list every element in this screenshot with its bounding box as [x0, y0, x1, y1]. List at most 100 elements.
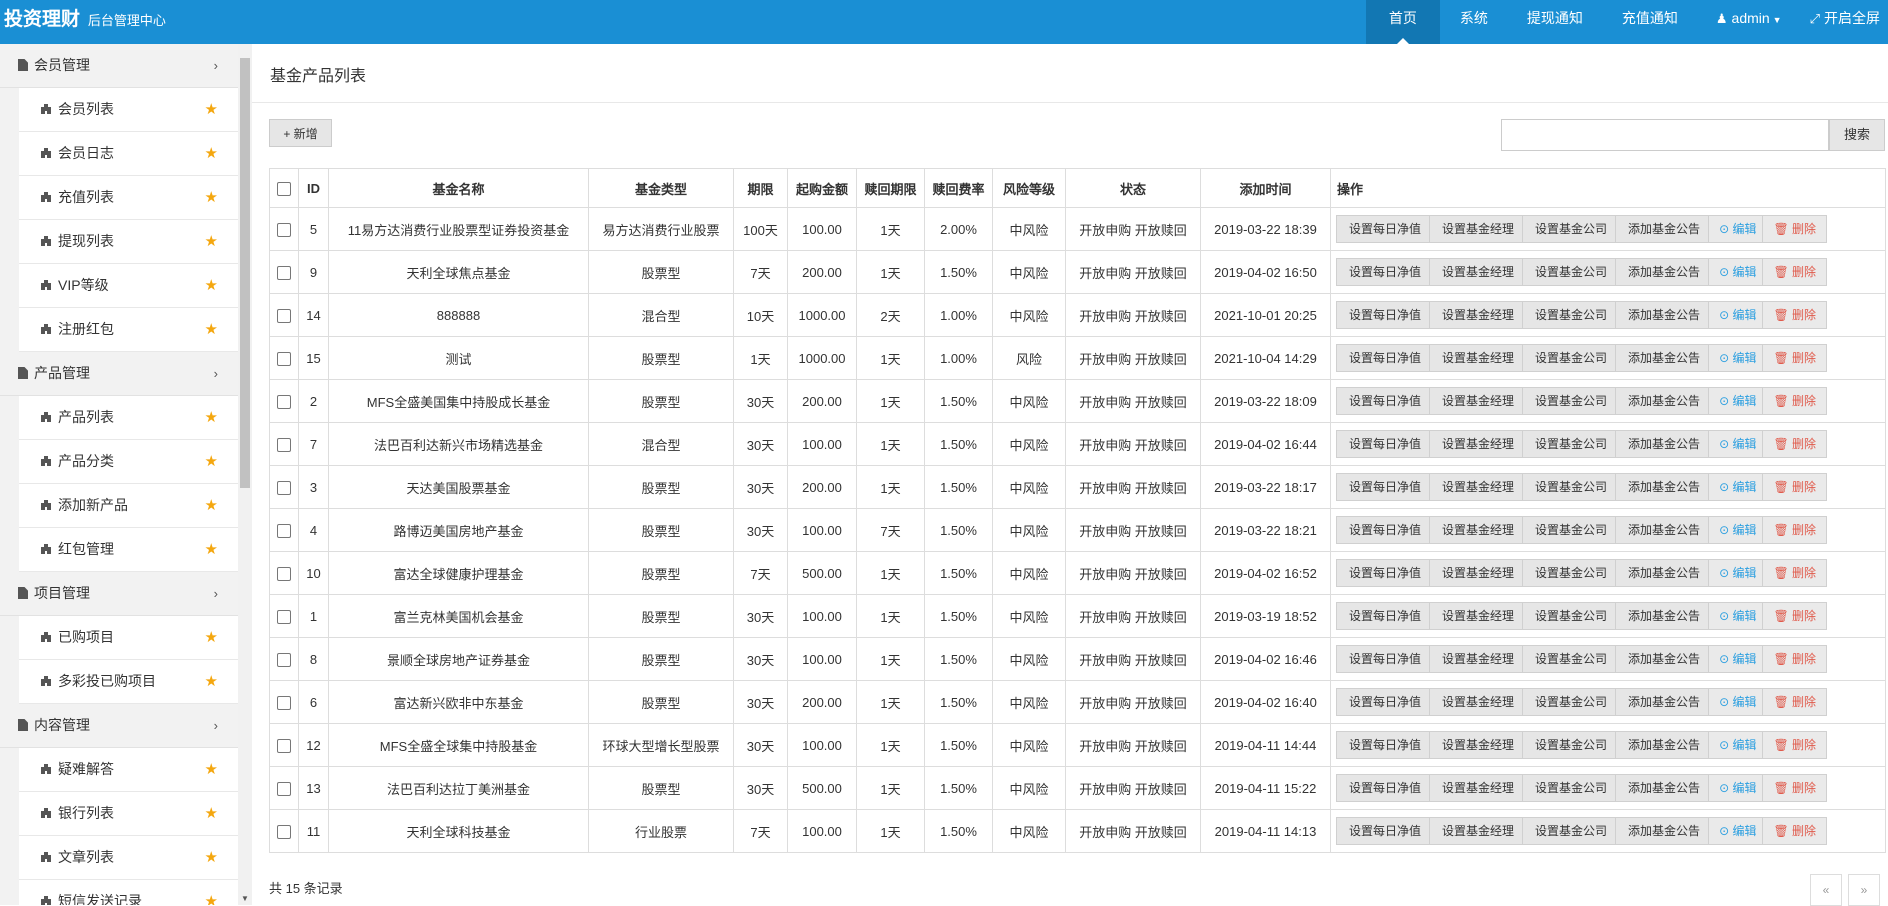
set-daily-nav-button[interactable]: 设置每日净值 — [1336, 817, 1435, 845]
set-fund-manager-button[interactable]: 设置基金经理 — [1429, 215, 1528, 243]
set-fund-company-button[interactable]: 设置基金公司 — [1522, 731, 1621, 759]
sidebar-item-vip-level[interactable]: VIP等级 ★ — [19, 264, 238, 308]
set-fund-manager-button[interactable]: 设置基金经理 — [1429, 516, 1528, 544]
set-daily-nav-button[interactable]: 设置每日净值 — [1336, 344, 1435, 372]
add-fund-notice-button[interactable]: 添加基金公告 — [1615, 774, 1714, 802]
set-daily-nav-button[interactable]: 设置每日净值 — [1336, 559, 1435, 587]
sidebar-item-member-list[interactable]: 会员列表 ★ — [19, 88, 238, 132]
row-checkbox[interactable] — [277, 351, 291, 366]
edit-button[interactable]: ⊙ 编辑 — [1708, 258, 1768, 286]
edit-button[interactable]: ⊙ 编辑 — [1708, 430, 1768, 458]
set-fund-manager-button[interactable]: 设置基金经理 — [1429, 473, 1528, 501]
set-fund-company-button[interactable]: 设置基金公司 — [1522, 473, 1621, 501]
sidebar-item-sms-log[interactable]: 短信发送记录 ★ — [19, 880, 238, 905]
set-daily-nav-button[interactable]: 设置每日净值 — [1336, 645, 1435, 673]
edit-button[interactable]: ⊙ 编辑 — [1708, 516, 1768, 544]
sidebar-item-withdraw-list[interactable]: 提现列表 ★ — [19, 220, 238, 264]
set-daily-nav-button[interactable]: 设置每日净值 — [1336, 774, 1435, 802]
set-fund-manager-button[interactable]: 设置基金经理 — [1429, 559, 1528, 587]
delete-button[interactable]: 🗑 删除 — [1762, 430, 1828, 458]
set-fund-company-button[interactable]: 设置基金公司 — [1522, 559, 1621, 587]
delete-button[interactable]: 🗑 删除 — [1762, 387, 1828, 415]
set-fund-company-button[interactable]: 设置基金公司 — [1522, 301, 1621, 329]
set-fund-company-button[interactable]: 设置基金公司 — [1522, 387, 1621, 415]
set-fund-company-button[interactable]: 设置基金公司 — [1522, 688, 1621, 716]
set-fund-company-button[interactable]: 设置基金公司 — [1522, 344, 1621, 372]
edit-button[interactable]: ⊙ 编辑 — [1708, 602, 1768, 630]
set-fund-company-button[interactable]: 设置基金公司 — [1522, 645, 1621, 673]
set-daily-nav-button[interactable]: 设置每日净值 — [1336, 688, 1435, 716]
select-all-checkbox[interactable] — [277, 181, 291, 196]
sidebar-item-purchased-projects[interactable]: 已购项目 ★ — [19, 616, 238, 660]
set-daily-nav-button[interactable]: 设置每日净值 — [1336, 301, 1435, 329]
delete-button[interactable]: 🗑 删除 — [1762, 731, 1828, 759]
row-checkbox[interactable] — [277, 222, 291, 237]
edit-button[interactable]: ⊙ 编辑 — [1708, 559, 1768, 587]
set-fund-manager-button[interactable]: 设置基金经理 — [1429, 731, 1528, 759]
set-daily-nav-button[interactable]: 设置每日净值 — [1336, 731, 1435, 759]
sidebar-item-faq[interactable]: 疑难解答 ★ — [19, 748, 238, 792]
row-checkbox[interactable] — [277, 824, 291, 839]
edit-button[interactable]: ⊙ 编辑 — [1708, 731, 1768, 759]
edit-button[interactable]: ⊙ 编辑 — [1708, 344, 1768, 372]
set-daily-nav-button[interactable]: 设置每日净值 — [1336, 473, 1435, 501]
set-daily-nav-button[interactable]: 设置每日净值 — [1336, 215, 1435, 243]
sidebar-item-recharge-list[interactable]: 充值列表 ★ — [19, 176, 238, 220]
nav-recharge-notice[interactable]: 充值通知 — [1602, 0, 1698, 44]
set-fund-manager-button[interactable]: 设置基金经理 — [1429, 774, 1528, 802]
row-checkbox[interactable] — [277, 523, 291, 538]
delete-button[interactable]: 🗑 删除 — [1762, 602, 1828, 630]
add-fund-notice-button[interactable]: 添加基金公告 — [1615, 344, 1714, 372]
sidebar-group-projects[interactable]: 项目管理 › — [0, 572, 238, 616]
add-fund-notice-button[interactable]: 添加基金公告 — [1615, 516, 1714, 544]
row-checkbox[interactable] — [277, 308, 291, 323]
add-button[interactable]: + 新增 — [269, 119, 332, 147]
edit-button[interactable]: ⊙ 编辑 — [1708, 301, 1768, 329]
add-fund-notice-button[interactable]: 添加基金公告 — [1615, 301, 1714, 329]
delete-button[interactable]: 🗑 删除 — [1762, 645, 1828, 673]
search-button[interactable]: 搜索 — [1829, 119, 1885, 151]
add-fund-notice-button[interactable]: 添加基金公告 — [1615, 215, 1714, 243]
sidebar-item-add-product[interactable]: 添加新产品 ★ — [19, 484, 238, 528]
pager-next-button[interactable]: » — [1848, 874, 1880, 906]
set-daily-nav-button[interactable]: 设置每日净值 — [1336, 516, 1435, 544]
set-fund-company-button[interactable]: 设置基金公司 — [1522, 602, 1621, 630]
sidebar-item-article-list[interactable]: 文章列表 ★ — [19, 836, 238, 880]
delete-button[interactable]: 🗑 删除 — [1762, 215, 1828, 243]
row-checkbox[interactable] — [277, 738, 291, 753]
set-fund-manager-button[interactable]: 设置基金经理 — [1429, 301, 1528, 329]
set-fund-company-button[interactable]: 设置基金公司 — [1522, 258, 1621, 286]
nav-fullscreen[interactable]: ⤢ 开启全屏 — [1800, 0, 1888, 44]
delete-button[interactable]: 🗑 删除 — [1762, 258, 1828, 286]
set-daily-nav-button[interactable]: 设置每日净值 — [1336, 387, 1435, 415]
pager-prev-button[interactable]: « — [1810, 874, 1842, 906]
row-checkbox[interactable] — [277, 437, 291, 452]
row-checkbox[interactable] — [277, 652, 291, 667]
set-fund-company-button[interactable]: 设置基金公司 — [1522, 516, 1621, 544]
edit-button[interactable]: ⊙ 编辑 — [1708, 215, 1768, 243]
add-fund-notice-button[interactable]: 添加基金公告 — [1615, 473, 1714, 501]
add-fund-notice-button[interactable]: 添加基金公告 — [1615, 645, 1714, 673]
delete-button[interactable]: 🗑 删除 — [1762, 817, 1828, 845]
edit-button[interactable]: ⊙ 编辑 — [1708, 774, 1768, 802]
nav-withdraw-notice[interactable]: 提现通知 — [1508, 0, 1602, 44]
set-fund-manager-button[interactable]: 设置基金经理 — [1429, 387, 1528, 415]
row-checkbox[interactable] — [277, 781, 291, 796]
delete-button[interactable]: 🗑 删除 — [1762, 688, 1828, 716]
scroll-down-arrow-icon[interactable]: ▼ — [241, 894, 249, 903]
edit-button[interactable]: ⊙ 编辑 — [1708, 387, 1768, 415]
sidebar-item-bank-list[interactable]: 银行列表 ★ — [19, 792, 238, 836]
sidebar-group-content[interactable]: 内容管理 › — [0, 704, 238, 748]
add-fund-notice-button[interactable]: 添加基金公告 — [1615, 430, 1714, 458]
add-fund-notice-button[interactable]: 添加基金公告 — [1615, 731, 1714, 759]
delete-button[interactable]: 🗑 删除 — [1762, 344, 1828, 372]
sidebar-group-members[interactable]: 会员管理 › — [0, 44, 238, 88]
set-fund-manager-button[interactable]: 设置基金经理 — [1429, 344, 1528, 372]
search-input[interactable] — [1501, 119, 1829, 151]
nav-admin-menu[interactable]: ♟ admin ▼ — [1698, 0, 1800, 44]
set-fund-manager-button[interactable]: 设置基金经理 — [1429, 645, 1528, 673]
set-fund-manager-button[interactable]: 设置基金经理 — [1429, 817, 1528, 845]
sidebar-item-dct-purchased-projects[interactable]: 多彩投已购项目 ★ — [19, 660, 238, 704]
set-fund-company-button[interactable]: 设置基金公司 — [1522, 817, 1621, 845]
add-fund-notice-button[interactable]: 添加基金公告 — [1615, 559, 1714, 587]
